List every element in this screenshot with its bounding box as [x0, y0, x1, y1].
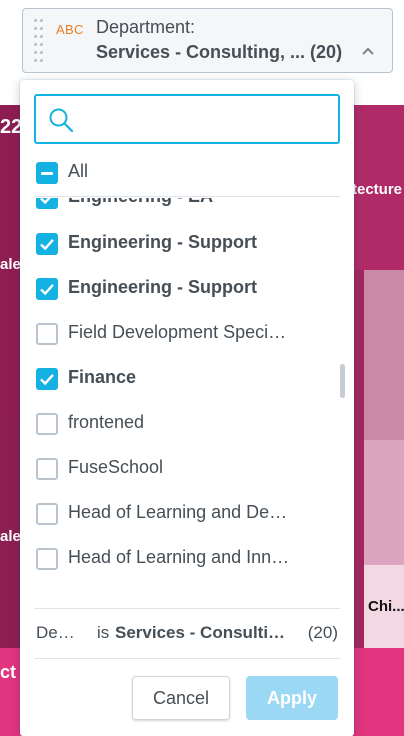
divider	[34, 608, 340, 609]
chevron-up-icon	[362, 47, 374, 55]
checkbox-checked-icon	[36, 278, 58, 300]
list-item[interactable]: FuseSchool	[36, 455, 326, 485]
list-item-label: Engineering - EA	[68, 198, 213, 207]
scrollbar-thumb[interactable]	[340, 364, 345, 398]
summary-operator: is	[97, 623, 110, 642]
list-item[interactable]: Engineering - Support	[36, 275, 326, 305]
filter-selected-value: Services - Consulting, ... (20)	[96, 42, 343, 62]
list-item[interactable]: frontened	[36, 410, 326, 440]
tile-label: tecture	[352, 181, 403, 198]
partial-check-icon	[36, 162, 58, 184]
checkbox-unchecked-icon	[36, 458, 58, 480]
list-item-label: Engineering - Support	[68, 232, 257, 252]
list-item-label: Head of Learning and Inn…	[68, 547, 290, 567]
summary-attribute: De…	[36, 623, 75, 642]
search-icon	[49, 108, 74, 133]
department-list[interactable]: Engineering - EA Engineering - Support E…	[20, 198, 354, 606]
treemap-tile[interactable]	[352, 648, 404, 736]
list-item[interactable]: Head of Learning and De…	[36, 500, 326, 530]
filter-dropdown: All Engineering - EA Engineering - Suppo…	[20, 80, 354, 736]
tile-label: Chi...	[368, 598, 404, 615]
list-item-label: frontened	[68, 412, 145, 432]
checkbox-unchecked-icon	[36, 548, 58, 570]
cancel-button[interactable]: Cancel	[132, 676, 230, 720]
list-item[interactable]: Head of Learning and Inn…	[36, 545, 326, 575]
filter-title: Department:	[96, 17, 196, 37]
apply-button[interactable]: Apply	[246, 676, 338, 720]
divider	[34, 658, 340, 659]
treemap-tile[interactable]	[364, 440, 404, 565]
checkbox-checked-icon	[36, 198, 58, 209]
list-item[interactable]: Finance	[36, 365, 326, 395]
drag-handle-icon[interactable]	[34, 19, 44, 63]
select-all-label: All	[68, 161, 89, 181]
checkbox-unchecked-icon	[36, 323, 58, 345]
selection-summary: De… is Services - Consulti… (20)	[36, 623, 340, 647]
department-filter-button[interactable]: ABC Department: Services - Consulting, .…	[22, 8, 393, 73]
treemap-tile[interactable]	[364, 270, 404, 440]
attribute-type-icon: ABC	[56, 22, 84, 37]
list-item[interactable]: Engineering - EA	[36, 198, 326, 214]
tile-label: 22	[0, 116, 23, 138]
divider	[34, 196, 340, 197]
checkbox-checked-icon	[36, 233, 58, 255]
search-input[interactable]	[84, 104, 332, 134]
list-item[interactable]: Field Development Speci…	[36, 320, 326, 350]
summary-value: Services - Consulti…	[115, 623, 286, 642]
tile-label: ale	[0, 528, 21, 545]
checkbox-unchecked-icon	[36, 503, 58, 525]
list-item[interactable]: Engineering - Support	[36, 230, 326, 260]
checkbox-unchecked-icon	[36, 413, 58, 435]
list-item-label: Head of Learning and De…	[68, 502, 288, 522]
list-item-label: FuseSchool	[68, 457, 164, 477]
list-item-label: Finance	[68, 367, 137, 387]
search-box[interactable]	[34, 94, 340, 144]
checkbox-checked-icon	[36, 368, 58, 390]
list-item-label: Engineering - Support	[68, 277, 257, 297]
list-item-label: Field Development Speci…	[68, 322, 287, 342]
tile-label: ale	[0, 256, 21, 273]
select-all-checkbox[interactable]: All	[36, 159, 336, 189]
summary-count: (20)	[307, 623, 338, 642]
tile-label: ct	[0, 662, 17, 682]
